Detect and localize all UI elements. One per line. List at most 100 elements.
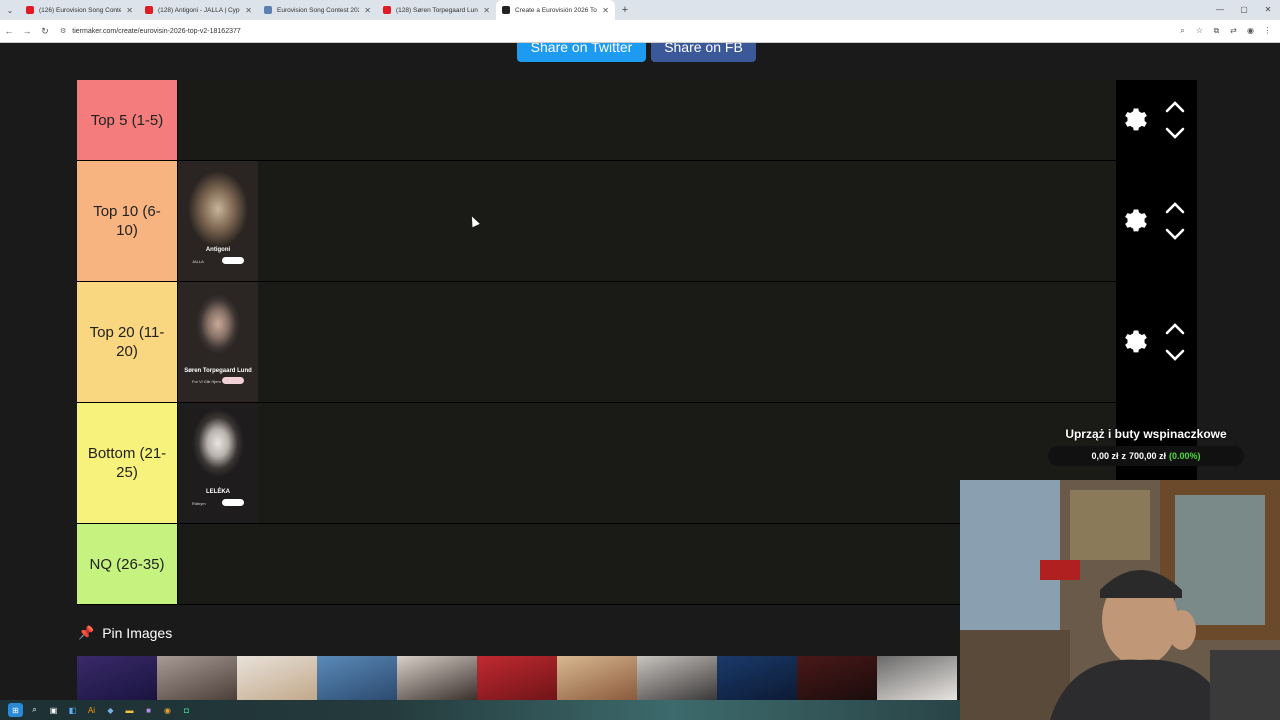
pool-image[interactable] bbox=[477, 656, 557, 700]
share-facebook-button[interactable]: Share on FB bbox=[651, 43, 756, 62]
windows-start-icon[interactable]: ⊞ bbox=[8, 703, 23, 717]
close-tab-icon[interactable]: ✕ bbox=[245, 6, 252, 15]
tier-label[interactable]: Top 20 (11-20) bbox=[77, 282, 178, 402]
pool-image[interactable] bbox=[797, 656, 877, 700]
tab-title: Eurovision Song Contest 2026 bbox=[277, 6, 360, 14]
illustrator-icon[interactable]: Ai bbox=[84, 703, 99, 717]
tiermaker-icon bbox=[502, 6, 510, 14]
contestant-card[interactable]: LELÉKA Ridnym bbox=[178, 403, 258, 523]
search-icon[interactable]: ⌕ bbox=[27, 703, 42, 717]
pin-images-header: 📌 Pin Images bbox=[78, 625, 172, 641]
move-tier-arrows-icon[interactable] bbox=[1164, 320, 1186, 364]
pool-image[interactable] bbox=[397, 656, 477, 700]
browser-tab[interactable]: Eurovision Song Contest 2026 ✕ bbox=[258, 0, 377, 20]
donation-separator: z bbox=[1121, 451, 1126, 461]
pool-image[interactable] bbox=[237, 656, 317, 700]
new-tab-button[interactable]: + bbox=[615, 4, 635, 16]
tier-label[interactable]: Bottom (21-25) bbox=[77, 403, 178, 523]
contestant-song: JALLA bbox=[192, 259, 204, 264]
youtube-icon bbox=[145, 6, 153, 14]
eurovision-badge-icon bbox=[222, 257, 244, 264]
browser-tab[interactable]: (128) Antigoni - JALLA | Cypru... ✕ bbox=[139, 0, 258, 20]
translate-icon[interactable]: ⇄ bbox=[1225, 26, 1242, 36]
pool-image[interactable] bbox=[637, 656, 717, 700]
tier-row: Top 10 (6-10) Antigoni JALLA bbox=[77, 161, 1197, 282]
streamer-webcam bbox=[960, 480, 1280, 720]
pool-image[interactable] bbox=[157, 656, 237, 700]
tier-controls bbox=[1116, 282, 1197, 402]
contestant-card[interactable]: Søren Torpegaard Lund For Vi Går Hjem bbox=[178, 282, 258, 402]
youtube-icon bbox=[383, 6, 391, 14]
site-info-icon[interactable]: ⚙ bbox=[60, 27, 66, 35]
contestant-song: Ridnym bbox=[192, 501, 206, 506]
donation-current: 0,00 zł bbox=[1091, 451, 1119, 461]
donation-percent: (0.00%) bbox=[1169, 451, 1201, 461]
tier-controls bbox=[1116, 161, 1197, 281]
back-icon[interactable]: ← bbox=[0, 26, 18, 36]
tier-row: Top 20 (11-20) Søren Torpegaard Lund For… bbox=[77, 282, 1197, 403]
image-pool bbox=[77, 656, 957, 700]
browser-tab[interactable]: (126) Eurovision Song Contest ✕ bbox=[20, 0, 139, 20]
pool-image[interactable] bbox=[877, 656, 957, 700]
pin-icon: 📌 bbox=[78, 625, 95, 640]
window-controls: — ▢ ✕ bbox=[1208, 0, 1280, 20]
browser-toolbar: ⌕ ☆ ⧉ ⇄ ◉ ⋮ bbox=[1174, 26, 1276, 36]
tier-label[interactable]: Top 5 (1-5) bbox=[77, 80, 178, 160]
donation-progress-bar: 0,00 zł z 700,00 zł (0.00%) bbox=[1048, 446, 1244, 466]
close-window-icon[interactable]: ✕ bbox=[1256, 0, 1280, 20]
minimize-icon[interactable]: — bbox=[1208, 0, 1232, 20]
contestant-card[interactable]: Antigoni JALLA bbox=[178, 161, 258, 281]
reload-icon[interactable]: ↻ bbox=[36, 26, 54, 37]
zoom-icon[interactable]: ⌕ bbox=[1174, 26, 1191, 36]
pool-image[interactable] bbox=[557, 656, 637, 700]
close-tab-icon[interactable]: ✕ bbox=[364, 6, 371, 15]
tier-label[interactable]: Top 10 (6-10) bbox=[77, 161, 178, 281]
maximize-icon[interactable]: ▢ bbox=[1232, 0, 1256, 20]
move-tier-arrows-icon[interactable] bbox=[1164, 98, 1186, 142]
tab-title: (128) Antigoni - JALLA | Cypru... bbox=[158, 6, 240, 14]
tier-drop-zone[interactable] bbox=[178, 80, 1116, 160]
bookmark-star-icon[interactable]: ☆ bbox=[1191, 26, 1208, 36]
taskbar: ⊞ ⌕ ▣ ◧ Ai ◆ ▬ ■ ◉ ◘ bbox=[0, 700, 960, 720]
pool-image[interactable] bbox=[717, 656, 797, 700]
close-tab-icon[interactable]: ✕ bbox=[483, 6, 490, 15]
donation-goal-amount: 700,00 zł bbox=[1128, 451, 1167, 461]
browser-tab-active[interactable]: Create a Eurovisión 2026 Top... ✕ bbox=[496, 0, 615, 20]
browser-tab[interactable]: (128) Søren Torpegaard Lund ✕ bbox=[377, 0, 496, 20]
forward-icon[interactable]: → bbox=[18, 26, 36, 36]
menu-icon[interactable]: ⋮ bbox=[1259, 26, 1276, 36]
move-tier-arrows-icon[interactable] bbox=[1164, 199, 1186, 243]
contestant-name: LELÉKA bbox=[206, 489, 230, 495]
tier-drop-zone[interactable]: Søren Torpegaard Lund For Vi Går Hjem bbox=[178, 282, 1116, 402]
tier-label[interactable]: NQ (26-35) bbox=[77, 524, 178, 604]
contestant-song: For Vi Går Hjem bbox=[192, 379, 221, 384]
url-text: tiermaker.com/create/eurovisin-2026-top-… bbox=[72, 27, 241, 35]
pool-image[interactable] bbox=[77, 656, 157, 700]
app-icon[interactable]: ■ bbox=[141, 703, 156, 717]
app-icon[interactable]: ◆ bbox=[103, 703, 118, 717]
share-twitter-button[interactable]: Share on Twitter bbox=[517, 43, 646, 62]
chrome-icon[interactable]: ◉ bbox=[160, 703, 175, 717]
url-field[interactable]: ⚙ tiermaker.com/create/eurovisin-2026-to… bbox=[60, 27, 1174, 36]
tab-search-icon[interactable]: ⌄ bbox=[0, 0, 20, 20]
contestant-name: Antigoni bbox=[205, 247, 231, 253]
contestant-name: Søren Torpegaard Lund bbox=[184, 368, 252, 374]
extensions-icon[interactable]: ⧉ bbox=[1208, 26, 1225, 36]
gear-icon[interactable] bbox=[1122, 328, 1150, 356]
pool-image[interactable] bbox=[317, 656, 397, 700]
tab-title: Create a Eurovisión 2026 Top... bbox=[515, 6, 598, 14]
document-icon bbox=[264, 6, 272, 14]
tier-drop-zone[interactable]: Antigoni JALLA bbox=[178, 161, 1116, 281]
tab-bar: ⌄ (126) Eurovision Song Contest ✕ (128) … bbox=[0, 0, 1280, 20]
file-explorer-icon[interactable]: ▬ bbox=[122, 703, 137, 717]
webcam-feed-image bbox=[960, 480, 1280, 720]
close-tab-icon[interactable]: ✕ bbox=[126, 6, 133, 15]
task-view-icon[interactable]: ▣ bbox=[46, 703, 61, 717]
close-tab-icon[interactable]: ✕ bbox=[602, 6, 609, 15]
profile-icon[interactable]: ◉ bbox=[1242, 26, 1259, 36]
app-icon[interactable]: ◘ bbox=[179, 703, 194, 717]
tab-title: (128) Søren Torpegaard Lund bbox=[396, 6, 479, 14]
gear-icon[interactable] bbox=[1122, 207, 1150, 235]
app-icon[interactable]: ◧ bbox=[65, 703, 80, 717]
gear-icon[interactable] bbox=[1122, 106, 1150, 134]
